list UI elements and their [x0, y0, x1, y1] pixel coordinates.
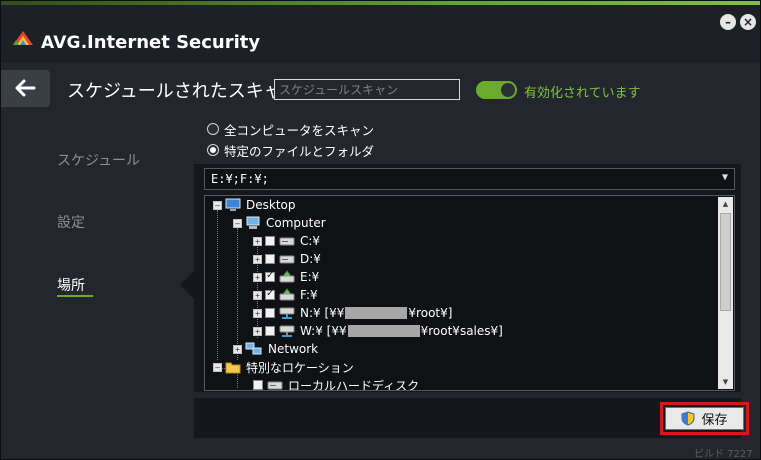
expand-toggle[interactable]: + — [253, 254, 262, 264]
close-button[interactable]: × — [740, 14, 756, 30]
collapse-toggle[interactable]: – — [233, 218, 242, 228]
hard-drive-icon — [279, 237, 295, 246]
tree-label-suffix: ¥root¥] — [408, 306, 453, 320]
save-label: 保存 — [701, 413, 728, 428]
minimize-button[interactable]: – — [720, 14, 736, 30]
desktop-icon — [225, 198, 241, 211]
network-drive-icon — [279, 325, 295, 337]
tree-item-drive-w[interactable]: + W:¥ [¥¥ ¥root¥sales¥] — [253, 323, 503, 339]
expand-toggle[interactable]: + — [253, 290, 262, 300]
shared-drive-icon — [279, 270, 295, 283]
tree-label: E:¥ — [300, 270, 320, 284]
tree-label: C:¥ — [300, 234, 321, 248]
save-button[interactable]: 保存 — [665, 407, 744, 430]
radio-circle — [207, 123, 219, 135]
expand-toggle[interactable]: + — [253, 308, 262, 318]
expand-toggle[interactable]: + — [233, 344, 242, 354]
tree-connector — [217, 210, 218, 360]
tree-item-drive-f[interactable]: + F:¥ — [253, 287, 318, 303]
tree-item-desktop[interactable]: – Desktop — [213, 197, 296, 213]
back-button[interactable] — [1, 70, 50, 107]
brand-name: AVG. — [41, 33, 88, 53]
computer-icon — [246, 216, 260, 229]
tree-item-special-locations[interactable]: – 特別なロケーション — [213, 359, 354, 375]
tree-item-local-hdd[interactable]: ローカルハードディスク — [253, 377, 420, 391]
scroll-down-arrow-icon[interactable]: ▼ — [718, 375, 733, 389]
back-arrow-icon — [15, 79, 36, 97]
tree-label-prefix: W:¥ [¥¥ — [300, 324, 347, 338]
network-icon — [245, 342, 262, 355]
sidebar-item-settings[interactable]: 設定 — [57, 212, 85, 232]
drive-checkbox[interactable] — [265, 326, 275, 336]
drive-checkbox[interactable] — [265, 308, 275, 318]
radio-label: 特定のファイルとフォルダ — [224, 143, 375, 159]
toggle-knob — [501, 83, 515, 97]
avg-window: AVG. Internet Security – × スケジュールされたスキャン… — [0, 0, 761, 460]
tree-label: ローカルハードディスク — [288, 378, 420, 391]
sidebar-item-location[interactable]: 場所 — [57, 275, 85, 295]
build-number: ビルド 7227 — [694, 449, 753, 460]
dropdown-arrow-icon: ▼ — [721, 172, 728, 183]
tree-item-drive-c[interactable]: + C:¥ — [253, 233, 320, 249]
tree-label-suffix: ¥root¥sales¥] — [420, 324, 503, 338]
shared-drive-icon — [279, 288, 295, 301]
page-title: スケジュールされたスキャン — [67, 81, 300, 102]
drive-checkbox[interactable] — [265, 254, 275, 264]
tree-item-drive-e[interactable]: + E:¥ — [253, 269, 319, 285]
folder-icon — [225, 362, 241, 374]
radio-scan-specific-files[interactable]: 特定のファイルとフォルダ — [207, 142, 375, 159]
product-name: Internet Security — [87, 32, 261, 53]
collapse-toggle[interactable]: – — [213, 362, 222, 372]
tree-label: Network — [268, 342, 319, 356]
folder-tree: – Desktop – Computer + C:¥ + D:¥ + ✓ E:¥… — [204, 195, 735, 391]
action-bar — [194, 398, 741, 438]
drive-checkbox[interactable] — [265, 236, 275, 246]
scroll-thumb[interactable] — [720, 213, 731, 311]
radio-circle-selected — [207, 144, 219, 156]
tree-label-prefix: N:¥ [¥¥ — [300, 306, 345, 320]
title-bar: AVG. Internet Security – × — [1, 5, 760, 63]
drive-checkbox-checked[interactable] — [265, 288, 275, 300]
enabled-status-label: 有効化されています — [524, 86, 641, 101]
tree-item-computer[interactable]: – Computer — [233, 215, 326, 231]
avg-logo-icon — [13, 31, 33, 45]
radio-scan-whole-computer[interactable]: 全コンピュータをスキャン — [207, 121, 375, 138]
scroll-up-arrow-icon[interactable]: ▲ — [718, 197, 733, 211]
expand-toggle[interactable]: + — [253, 236, 262, 246]
redacted-server-name — [347, 325, 420, 337]
location-checkbox[interactable] — [253, 380, 263, 390]
drive-checkbox-checked[interactable] — [265, 270, 275, 282]
active-nav-indicator — [57, 295, 93, 297]
path-dropdown[interactable]: E:¥;F:¥; ▼ — [204, 168, 735, 190]
hard-drive-icon — [279, 255, 295, 264]
tree-label: 特別なロケーション — [246, 360, 354, 375]
hard-drive-icon — [267, 381, 283, 390]
tree-label: D:¥ — [300, 252, 321, 266]
collapse-toggle[interactable]: – — [213, 200, 222, 210]
path-value: E:¥;F:¥; — [211, 172, 269, 186]
sidebar-item-schedule[interactable]: スケジュール — [57, 150, 140, 170]
enabled-toggle[interactable] — [476, 81, 517, 99]
network-drive-icon — [279, 307, 295, 319]
active-nav-pointer — [180, 271, 194, 299]
tree-label: Desktop — [246, 198, 296, 212]
tree-item-network[interactable]: + Network — [233, 341, 318, 357]
tree-label: F:¥ — [300, 288, 318, 302]
tree-scrollbar[interactable]: ▲ ▼ — [718, 197, 733, 389]
file-selection-panel: E:¥;F:¥; ▼ – Desktop – Computer + C:¥ + … — [194, 164, 741, 392]
expand-toggle[interactable]: + — [253, 272, 262, 282]
admin-shield-icon — [681, 411, 695, 426]
tree-label: Computer — [266, 216, 326, 230]
tree-item-drive-d[interactable]: + D:¥ — [253, 251, 321, 267]
tree-item-drive-n[interactable]: + N:¥ [¥¥ ¥root¥] — [253, 305, 452, 321]
expand-toggle[interactable]: + — [253, 326, 262, 336]
location-panel: 全コンピュータをスキャン 特定のファイルとフォルダ E:¥;F:¥; ▼ – D… — [194, 113, 741, 438]
scan-name-input[interactable] — [274, 79, 460, 100]
radio-label: 全コンピュータをスキャン — [224, 122, 375, 138]
redacted-server-name — [345, 307, 408, 319]
